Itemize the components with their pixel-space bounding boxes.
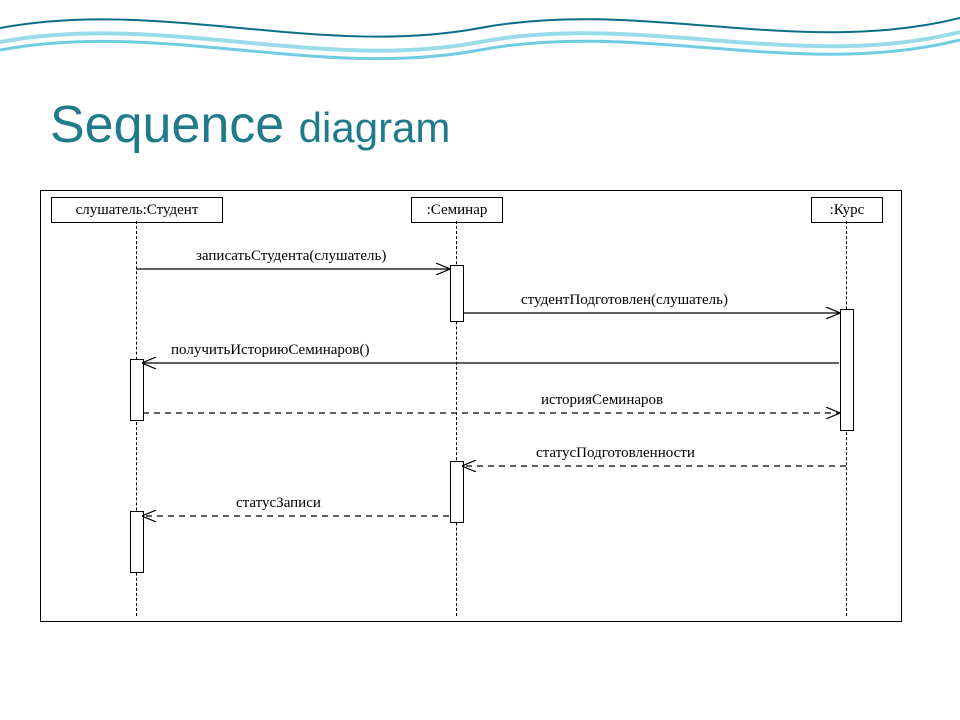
message-preparedness-status: статусПодготовленности	[536, 445, 695, 462]
message-arrows	[41, 191, 901, 621]
message-enrollment-status: статусЗаписи	[236, 495, 321, 512]
sequence-diagram: слушатель:Студент :Семинар :Курс	[40, 190, 902, 622]
title-word-sub: diagram	[299, 104, 451, 151]
slide-title: Sequence diagram	[50, 95, 450, 155]
message-get-seminar-history: получитьИсториюСеминаров()	[171, 342, 370, 359]
title-word-main: Sequence	[50, 96, 284, 154]
message-student-prepared: студентПодготовлен(слушатель)	[521, 292, 728, 309]
message-seminar-history: историяСеминаров	[541, 392, 663, 409]
message-enroll-student: записатьСтудента(слушатель)	[196, 248, 386, 265]
decorative-wave	[0, 0, 960, 90]
